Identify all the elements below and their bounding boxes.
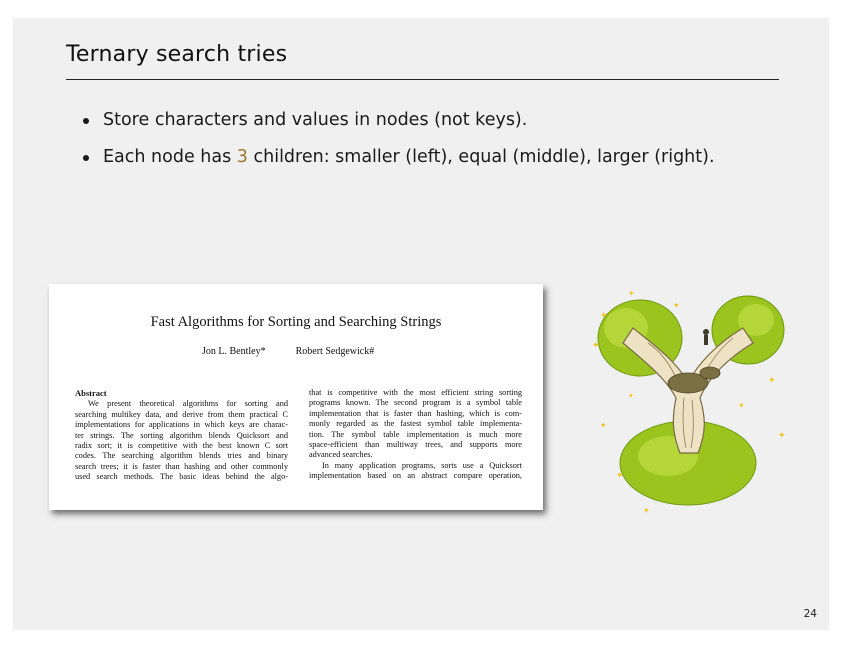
svg-text:✦: ✦	[628, 392, 634, 400]
slide-title: Ternary search tries	[66, 42, 288, 67]
bullet-item: Store characters and values in nodes (no…	[83, 108, 715, 145]
abstract-line: In many application programs, sorts use …	[322, 460, 522, 470]
title-divider	[66, 79, 779, 80]
abstract-line: space-efficient than multiway trees, and…	[309, 440, 522, 450]
svg-text:✦: ✦	[592, 341, 600, 351]
abstract-line: We present theoretical algorithms for so…	[88, 399, 288, 409]
bullet-text: Store characters and values in nodes (no…	[103, 110, 528, 130]
abstract-right-column: that is competitive with the most effici…	[309, 388, 522, 482]
baobab-tree-illustration: ✦ ✦ ✦ ✦ ✦ ✦ ✦ ✦ ✦ ✦ ✦	[588, 288, 788, 518]
abstract-line: implementations for applications in whic…	[75, 420, 288, 430]
bullet-dot-icon	[83, 155, 89, 161]
svg-text:✦: ✦	[738, 401, 745, 410]
paper-title: Fast Algorithms for Sorting and Searchin…	[150, 314, 442, 330]
paper-excerpt-image: Fast Algorithms for Sorting and Searchin…	[49, 284, 543, 510]
abstract-line: used search methods. The basic ideas beh…	[75, 472, 288, 482]
bullet-dot-icon	[83, 118, 89, 124]
bullet-item: Each node has 3 children: smaller (left)…	[83, 145, 715, 182]
svg-text:✦: ✦	[616, 471, 624, 481]
bullet-list: Store characters and values in nodes (no…	[83, 108, 715, 182]
author-bentley: Jon L. Bentley*	[202, 346, 266, 357]
author-sedgewick: Robert Sedgewick#	[295, 346, 375, 357]
paper-authors: Jon L. Bentley* Robert Sedgewick#	[202, 346, 374, 357]
abstract-line: radix sort; it is competitive with the b…	[75, 441, 288, 451]
bullet-text-post: children: smaller (left), equal (middle)…	[247, 147, 715, 167]
svg-text:✦: ✦	[600, 421, 607, 430]
tree-icon: ✦ ✦ ✦ ✦ ✦ ✦ ✦ ✦ ✦ ✦ ✦	[592, 289, 786, 515]
page-number: 24	[803, 608, 817, 620]
abstract-line: monly regarded as the fastest symbol tab…	[309, 419, 522, 429]
svg-text:✦: ✦	[673, 301, 680, 310]
abstract-line: implementation based on an abstract comp…	[309, 471, 522, 481]
slide: Ternary search tries Store characters an…	[13, 18, 829, 630]
bullet-text-pre: Each node has	[103, 147, 237, 167]
abstract-line: ter strings. The sorting algorithm blend…	[75, 430, 288, 440]
abstract-line: implementation that is faster than hashi…	[309, 408, 522, 418]
svg-text:✦: ✦	[768, 376, 776, 386]
svg-text:✦: ✦	[643, 506, 650, 515]
abstract-line: codes. The searching algorithm blends tr…	[75, 451, 288, 461]
bullet-accent-number: 3	[236, 147, 248, 167]
abstract-line: search trees; it is faster than hashing …	[75, 461, 288, 471]
abstract-line: tion. The symbol table implementation is…	[309, 429, 522, 439]
svg-text:✦: ✦	[778, 431, 786, 441]
abstract-line: that is competitive with the most effici…	[309, 388, 522, 397]
abstract-line: programs known. The second program is a …	[309, 398, 522, 408]
abstract-line: searching multikey data, and derive from…	[75, 409, 288, 419]
svg-text:✦: ✦	[628, 289, 635, 298]
svg-text:✦: ✦	[600, 311, 608, 321]
abstract-heading: Abstract	[75, 388, 107, 398]
abstract-left-column: Abstract We present theoretical algorith…	[75, 388, 288, 483]
abstract-line: advanced searches.	[309, 450, 373, 460]
